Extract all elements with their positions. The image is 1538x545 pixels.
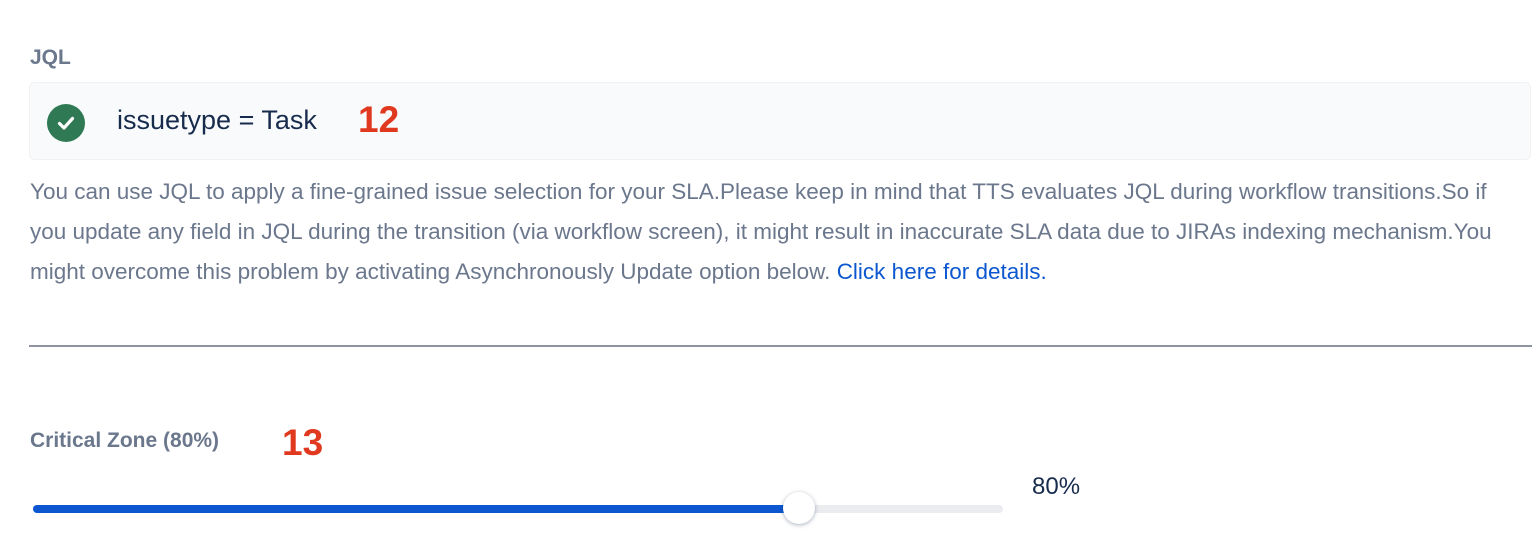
jql-label: JQL <box>30 46 71 69</box>
critical-zone-label: Critical Zone (80%) <box>30 429 220 452</box>
jql-field[interactable]: 12 <box>29 82 1531 160</box>
sla-config-panel: JQL 12 You can use JQL to apply a fine-g… <box>0 0 1538 545</box>
critical-zone-value: 80% <box>1032 473 1081 500</box>
check-circle-icon <box>47 104 85 142</box>
annotation-marker-13: 13 <box>282 422 324 463</box>
slider-thumb[interactable] <box>783 492 816 524</box>
jql-input[interactable] <box>117 105 347 136</box>
jql-help-body: You can use JQL to apply a fine-grained … <box>30 179 1492 284</box>
details-link[interactable]: Click here for details. <box>837 259 1047 284</box>
slider-fill <box>33 505 800 513</box>
jql-help-text: You can use JQL to apply a fine-grained … <box>30 172 1510 292</box>
annotation-marker-12: 12 <box>358 99 400 140</box>
critical-zone-slider[interactable] <box>33 491 1003 527</box>
section-divider <box>29 345 1532 347</box>
